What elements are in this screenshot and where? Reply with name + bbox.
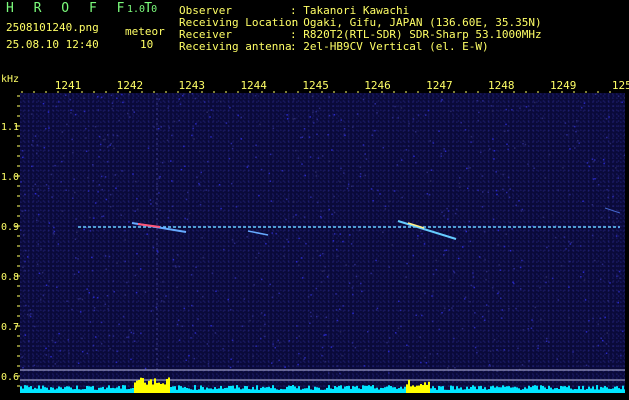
x-tick-label: 1249 [550, 79, 577, 92]
version-label: 1.0.0 [127, 4, 158, 15]
x-tick-label: 1245 [302, 79, 329, 92]
filename-label: 2508101240.png [6, 21, 99, 34]
x-axis: 1241 1242 1243 1244 1245 1246 1247 1248 1249 1250 [21, 79, 629, 93]
header-panel: H R O F F T 1.0.0 2508101240.png meteor … [0, 0, 629, 66]
y-axis: kHz 1.1 1.0 0.9 0.8 0.7 0.6 [1, 74, 20, 387]
meteor-echo [397, 220, 457, 240]
x-tick-label: 1242 [117, 79, 144, 92]
x-tick-label: 1244 [240, 79, 267, 92]
y-tick-label: 0.8 [1, 272, 19, 283]
datetime-label: 25.08.10 12:40 [6, 38, 99, 51]
x-tick-label: 1247 [426, 79, 453, 92]
antenna-label: Receiving antenna [179, 40, 292, 53]
meteor-echo [247, 230, 269, 236]
y-tick-label: 0.9 [1, 222, 19, 233]
meteor-label: meteor [125, 25, 165, 38]
x-tick-label: 1250 [612, 79, 629, 92]
spectrogram-plot [20, 93, 625, 393]
antenna-value: : 2el-HB9CV Vertical (el. E-W) [290, 40, 489, 53]
x-tick-label: 1246 [364, 79, 391, 92]
y-tick-label: 1.1 [1, 122, 19, 133]
meteor-count: 10 [140, 38, 154, 51]
meteor-echo [604, 207, 621, 214]
y-unit-label: kHz [1, 74, 19, 85]
y-tick-label: 0.6 [1, 372, 19, 383]
noise-layer [20, 93, 625, 375]
y-tick-label: 1.0 [1, 172, 19, 183]
y-tick-label: 0.7 [1, 322, 19, 333]
x-tick-label: 1243 [179, 79, 206, 92]
x-tick-label: 1248 [488, 79, 515, 92]
spectrogram-svg [20, 93, 625, 393]
x-tick-label: 1241 [55, 79, 82, 92]
